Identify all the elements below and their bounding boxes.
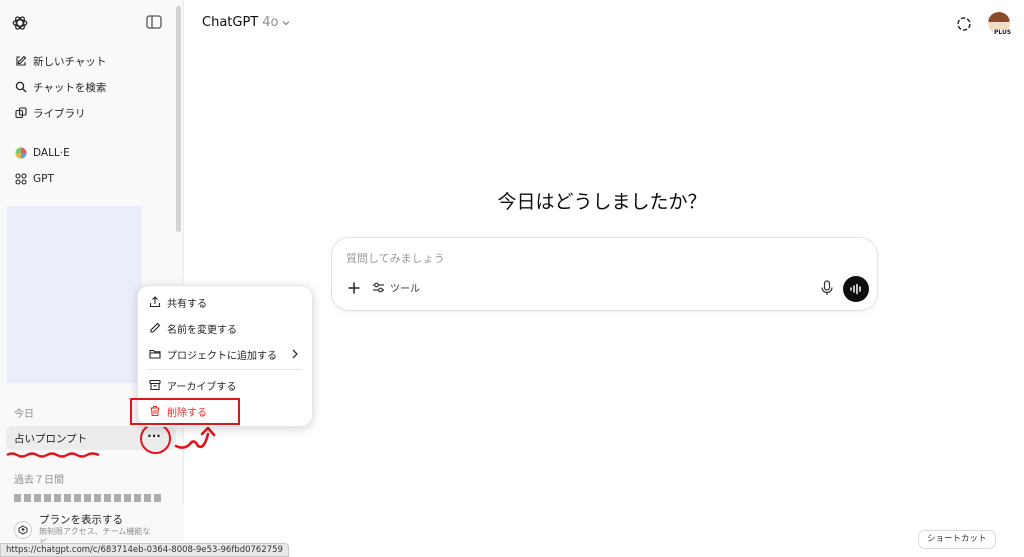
search-chats-label: チャットを検索 (33, 81, 107, 94)
menu-rename[interactable]: 名前を変更する (144, 317, 308, 339)
chevron-right-icon (292, 349, 298, 359)
plus-badge: PLUS (993, 29, 1013, 36)
annotation-circle (140, 423, 171, 454)
redacted-projects-area (7, 206, 142, 383)
temporary-chat-icon[interactable] (956, 16, 972, 32)
pencil-icon (149, 322, 161, 334)
sidebar-toggle-icon[interactable] (146, 15, 162, 29)
sidebar: 新しいチャット チャットを検索 ライブラリ DALL·E GPT 今日 占いプロ… (0, 0, 184, 557)
chat-item-partial[interactable] (14, 494, 164, 504)
search-icon (14, 81, 27, 94)
annotation-scribble (6, 452, 100, 458)
gpt-item-dalle[interactable]: DALL·E (6, 141, 170, 165)
new-chat-label: 新しいチャット (33, 55, 107, 68)
menu-rename-label: 名前を変更する (167, 324, 237, 336)
edit-icon (14, 55, 27, 68)
browser-status-url: https://chatgpt.com/c/683714eb-0364-8008… (0, 543, 289, 557)
attach-plus-icon[interactable] (346, 280, 362, 296)
upgrade-icon (14, 521, 32, 539)
search-chats-button[interactable]: チャットを検索 (6, 75, 170, 99)
partial-chat-text (14, 494, 164, 502)
tools-label: ツール (390, 284, 420, 295)
waveform-icon (850, 283, 861, 295)
menu-divider (148, 369, 302, 370)
annotation-highlight-box (130, 398, 240, 425)
model-name: ChatGPT (202, 15, 259, 30)
library-icon (14, 107, 27, 120)
annotation-arrow (174, 426, 216, 449)
prompt-input[interactable]: 質問してみましょう (346, 250, 445, 266)
voice-mode-button[interactable] (843, 276, 869, 302)
chevron-down-icon (283, 20, 290, 25)
sliders-icon (373, 282, 384, 293)
archive-icon (149, 379, 161, 391)
openai-logo-icon[interactable] (11, 14, 29, 32)
composer: 質問してみましょう ツール (331, 237, 878, 311)
shortcuts-button[interactable]: ショートカット (918, 530, 996, 549)
menu-archive[interactable]: アーカイブする (144, 374, 308, 396)
microphone-icon[interactable] (820, 280, 834, 296)
gpt-label: GPT (33, 173, 54, 185)
section-past7-label: 過去７日間 (14, 475, 64, 486)
menu-share[interactable]: 共有する (144, 291, 308, 313)
share-icon (149, 296, 161, 308)
avatar-hair (988, 12, 1010, 22)
folder-icon (149, 348, 161, 360)
model-selector[interactable]: ChatGPT 4o (202, 15, 291, 30)
new-chat-button[interactable]: 新しいチャット (6, 49, 170, 73)
menu-archive-label: アーカイブする (167, 381, 237, 393)
library-button[interactable]: ライブラリ (6, 101, 170, 125)
plan-subtitle-line1: 無制限アクセス、チーム機能な (39, 527, 151, 536)
menu-add-to-project[interactable]: プロジェクトに追加する (144, 343, 308, 365)
library-label: ライブラリ (33, 107, 86, 120)
section-today-label: 今日 (14, 409, 34, 420)
dalle-label: DALL·E (33, 147, 70, 159)
model-version: 4o (262, 15, 279, 30)
tools-button[interactable]: ツール (372, 280, 420, 295)
menu-add-to-project-label: プロジェクトに追加する (167, 350, 277, 362)
page-headline: 今日はどうしましたか？ (497, 191, 707, 213)
chat-item-label: 占いプロンプト (14, 432, 88, 445)
menu-share-label: 共有する (167, 298, 207, 310)
grid-icon (14, 173, 27, 186)
dalle-icon (14, 147, 27, 160)
plan-title: プランを表示する (39, 514, 123, 526)
